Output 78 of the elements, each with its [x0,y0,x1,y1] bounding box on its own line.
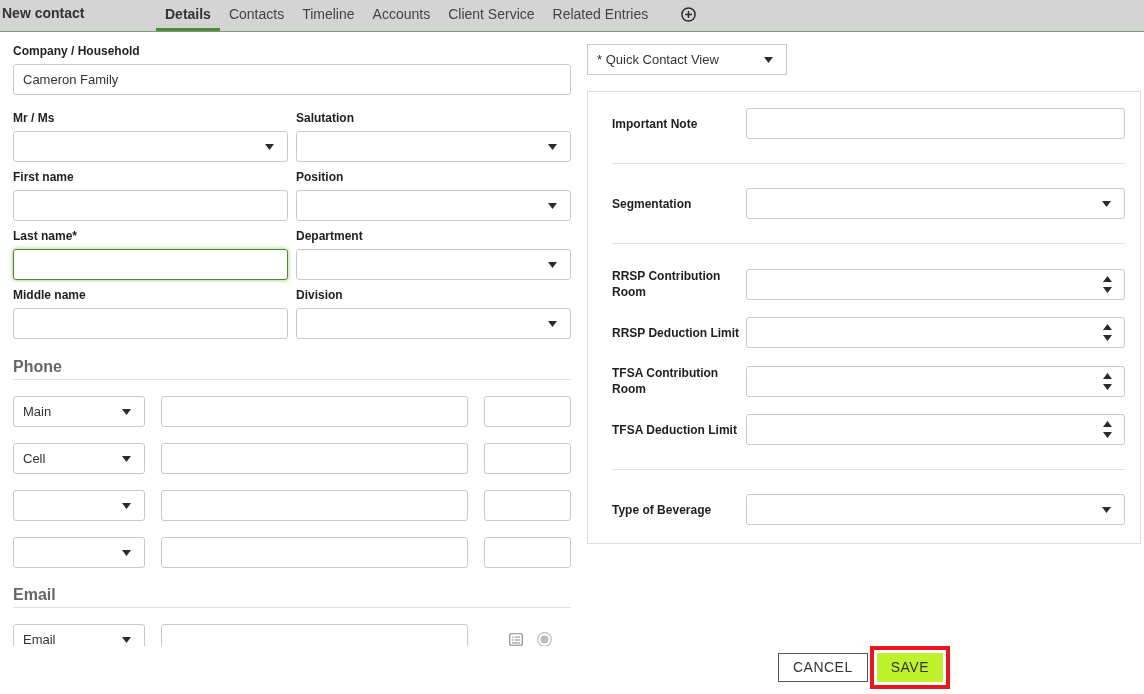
text-field[interactable]: Cameron Family [13,64,571,95]
field-label: RRSP Deduction Limit [612,324,741,341]
caret-icon [1102,506,1111,513]
field-label: RRSP Contribution Room [612,268,722,300]
field-label: Salutation [296,111,355,125]
caret-icon [548,143,557,150]
text-field[interactable] [161,490,468,521]
dropdown-field[interactable] [296,190,571,221]
tab[interactable]: Client Service [439,0,544,31]
tab[interactable]: Details [156,0,220,31]
caret-icon [122,549,131,556]
dropdown-field[interactable] [296,131,571,162]
dropdown-field[interactable]: * Quick Contact View [587,44,787,75]
field-label: Middle name [13,288,87,302]
section-heading: Email [13,585,571,608]
text-field[interactable] [161,443,468,474]
dropdown-field[interactable]: Main [13,396,145,427]
field-label: Segmentation [612,195,693,212]
caret-icon [1102,200,1111,207]
spinner-arrows-icon[interactable] [1103,275,1112,293]
text-field[interactable] [484,537,571,568]
radio-button[interactable] [537,632,552,646]
spinner-arrows-icon[interactable] [1103,372,1112,390]
field-label: First name [13,170,75,184]
text-field[interactable] [161,396,468,427]
cancel-button[interactable]: CANCEL [777,653,868,682]
field-label: Department [296,229,364,243]
text-field[interactable] [161,624,468,646]
spinner-arrows-icon[interactable] [1103,324,1112,341]
number-field[interactable] [746,365,1125,397]
field-label: Type of Beverage [612,501,713,518]
dropdown-field[interactable] [296,249,571,280]
dropdown-field[interactable] [13,490,145,521]
text-field[interactable] [13,190,288,221]
caret-icon [548,202,557,209]
text-field[interactable] [13,249,288,280]
field-label: Division [296,288,344,302]
field-label: Company / Household [13,44,141,58]
caret-icon [122,408,131,415]
caret-icon [548,261,557,268]
list-icon[interactable] [509,633,523,646]
page-title: New contact [1,4,86,23]
save-button[interactable]: SAVE [876,653,944,682]
spinner-arrows-icon[interactable] [1103,421,1112,438]
field-label: Mr / Ms [13,111,56,125]
dropdown-field[interactable] [13,537,145,568]
number-field[interactable] [746,414,1125,445]
field-label: Last name* [13,229,79,243]
field-label: Position [296,170,345,184]
text-field[interactable] [13,308,288,339]
field-label: TFSA Deduction Limit [612,421,738,438]
number-field[interactable] [746,317,1125,348]
dropdown-field[interactable] [746,188,1125,219]
text-field[interactable] [484,396,571,427]
caret-icon [764,56,773,63]
text-field[interactable] [484,443,571,474]
caret-icon [122,455,131,462]
tab[interactable]: Related Entries [543,0,658,31]
caret-icon [122,636,131,643]
field-label: TFSA Contribution Room [612,365,720,397]
dropdown-field[interactable] [746,494,1125,525]
dropdown-field[interactable] [296,308,571,339]
caret-icon [548,320,557,327]
field-label: Important Note [612,115,699,132]
tab[interactable]: Timeline [293,0,364,31]
section-heading: Phone [13,357,571,380]
number-field[interactable] [746,268,1125,300]
dropdown-field[interactable] [13,131,288,162]
text-field[interactable] [484,490,571,521]
tab[interactable]: Accounts [363,0,440,31]
dropdown-field[interactable]: Cell [13,443,145,474]
tab[interactable]: Contacts [219,0,294,31]
caret-icon [265,143,274,150]
add-tab-icon[interactable] [681,7,697,22]
caret-icon [122,502,131,509]
text-field[interactable] [161,537,468,568]
text-field[interactable] [746,108,1125,139]
dropdown-field[interactable]: Email [13,624,145,646]
